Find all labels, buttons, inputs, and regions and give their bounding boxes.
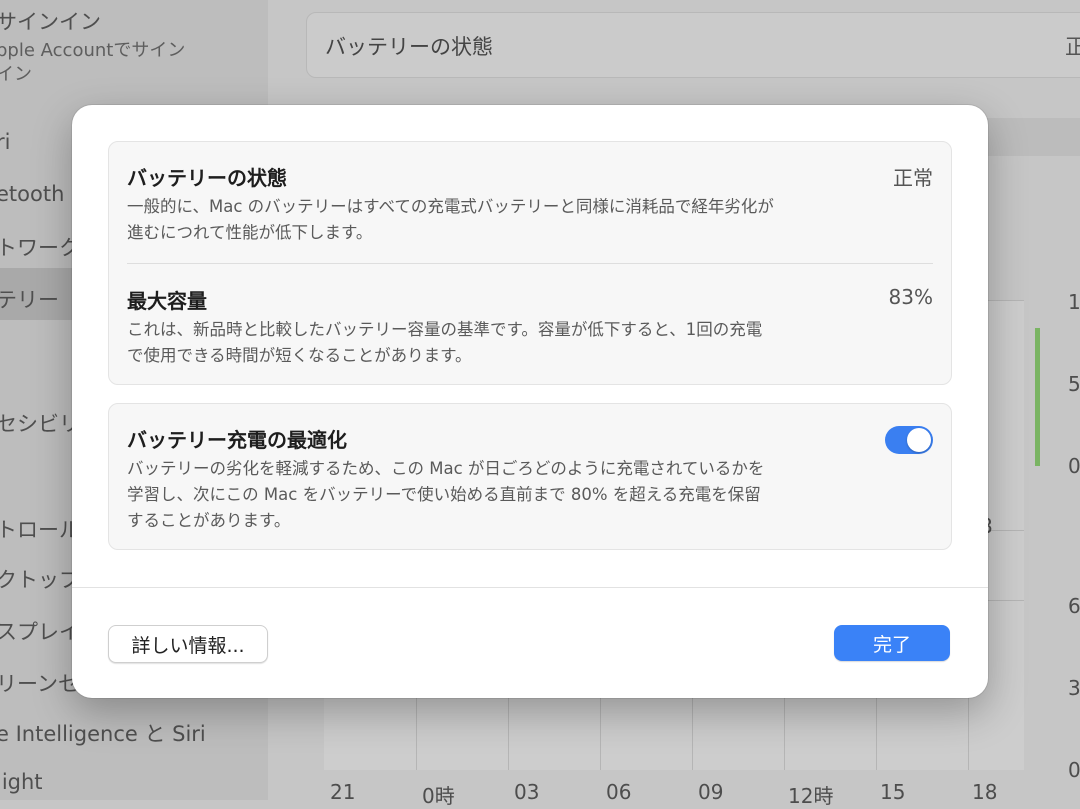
battery-health-row: バッテリーの状態 正常 一般的に、Mac のバッテリーはすべての充電式バッテリー… [127,162,933,244]
chart-x-tick: 18 [972,780,998,804]
optimized-charging-row: バッテリー充電の最適化 バッテリーの劣化を軽減するため、この Mac が日ごろど… [127,424,933,534]
optimized-charging-description-line: することがあります。 [127,511,291,530]
sidebar-item-bluetooth[interactable]: etooth [0,182,64,206]
sidebar-item-displays[interactable]: スプレイ [0,616,80,646]
max-capacity-value: 83% [888,285,933,309]
sidebar-item-accessibility[interactable]: セシビリ [0,408,80,438]
battery-level-bar [1035,328,1040,466]
sidebar-item-siri[interactable]: e Intelligence と Siri [0,718,206,748]
sidebar-item-network[interactable]: トワーク [0,232,80,262]
battery-health-card[interactable]: バッテリーの状態 正常 [306,12,1080,78]
chart-x-tick: 21 [330,780,356,804]
optimized-charging-group: バッテリー充電の最適化 バッテリーの劣化を軽減するため、この Mac が日ごろど… [108,403,952,550]
sidebar-item-signin-sub2[interactable]: イン [0,60,32,86]
max-capacity-description: これは、新品時と比較したバッテリー容量の基準です。容量が低下すると、1回の充電 … [127,317,867,369]
chart-y-tick: 3 [1068,676,1080,700]
footer-separator [72,587,988,588]
row-divider [127,263,933,264]
chart-x-tick: 03 [514,780,540,804]
toggle-knob [907,428,931,452]
battery-health-description-line: 一般的に、Mac のバッテリーはすべての充電式バッテリーと同様に消耗品で経年劣化… [127,197,774,216]
battery-health-card-title: バッテリーの状態 [325,35,493,59]
chart-y-tick: 10 [1068,290,1080,314]
chart-x-tick: 09 [698,780,724,804]
sidebar-item-battery[interactable]: テリー [0,284,59,314]
chart-y-tick: 0 [1068,454,1080,478]
chart-x-tick: 0時 [422,784,455,808]
battery-info-group: バッテリーの状態 正常 一般的に、Mac のバッテリーはすべての充電式バッテリー… [108,141,952,385]
max-capacity-description-line: これは、新品時と比較したバッテリー容量の基準です。容量が低下すると、1回の充電 [127,320,763,339]
sidebar-item-control-center[interactable]: トロール [0,514,80,544]
optimized-charging-toggle[interactable] [885,426,933,454]
max-capacity-title: 最大容量 [127,289,207,313]
battery-health-description: 一般的に、Mac のバッテリーはすべての充電式バッテリーと同様に消耗品で経年劣化… [127,194,867,246]
chart-x-tick: 12時 [788,784,834,808]
more-info-button[interactable]: 詳しい情報... [108,625,268,663]
battery-health-value: 正常 [893,166,933,190]
sidebar-item-spotlight[interactable]: light [0,770,43,794]
chart-x-tick: 15 [880,780,906,804]
sidebar-item-signin-sub1[interactable]: pple Accountでサイン [0,36,185,62]
chart-y-tick: 5 [1068,372,1080,396]
done-button[interactable]: 完了 [834,625,950,661]
optimized-charging-description-line: 学習し、次にこの Mac をバッテリーで使い始める直前まで 80% を超える充電… [127,485,761,504]
sidebar-item-screensaver[interactable]: リーンセ [0,668,79,698]
optimized-charging-description-line: バッテリーの劣化を軽減するため、この Mac が日ごろどのように充電されているか… [127,459,765,478]
optimized-charging-description: バッテリーの劣化を軽減するため、この Mac が日ごろどのように充電されているか… [127,456,867,534]
chart-y-tick: 0 [1068,758,1080,782]
sidebar-item-desktop[interactable]: クトップ [0,564,80,594]
chart-x-tick: 06 [606,780,632,804]
chart-y-tick: 6 [1068,594,1080,618]
optimized-charging-title: バッテリー充電の最適化 [127,428,347,452]
max-capacity-row: 最大容量 83% これは、新品時と比較したバッテリー容量の基準です。容量が低下す… [127,285,933,367]
battery-health-title: バッテリーの状態 [127,166,287,190]
sidebar-item-wifi[interactable]: ri [0,130,10,154]
sidebar-item-signin[interactable]: サインイン [0,6,101,36]
max-capacity-description-line: で使用できる時間が短くなることがあります。 [127,346,472,365]
battery-health-description-line: 進むにつれて性能が低下します。 [127,223,373,242]
battery-health-card-value: 正常 [1065,35,1080,59]
battery-health-dialog: バッテリーの状態 正常 一般的に、Mac のバッテリーはすべての充電式バッテリー… [72,105,988,698]
